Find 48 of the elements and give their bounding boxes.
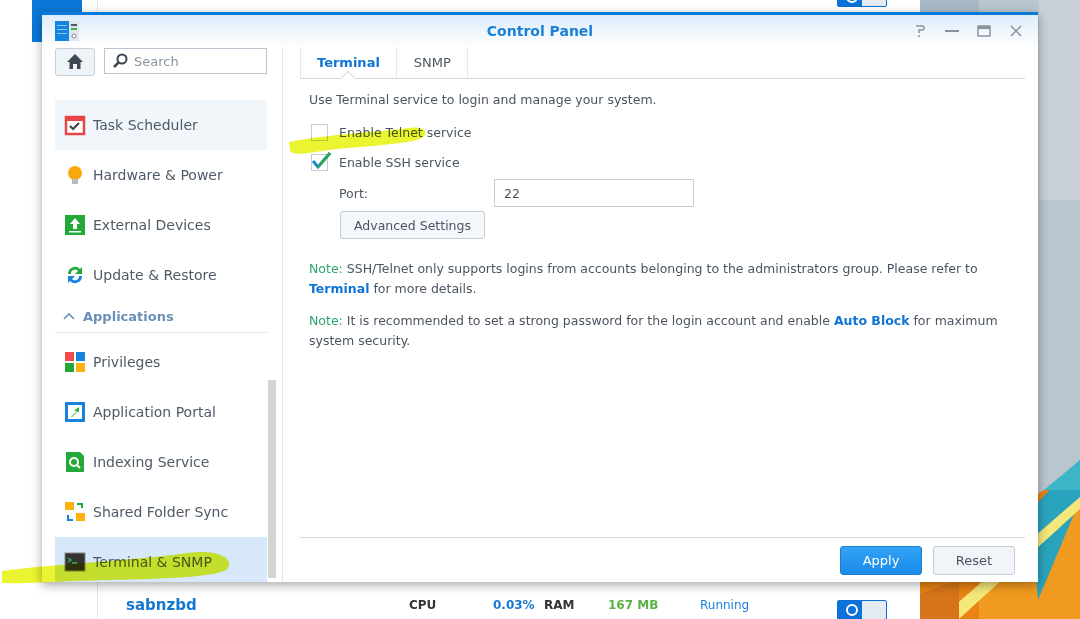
- folder-sync-icon: [64, 501, 86, 523]
- port-field[interactable]: 22: [494, 179, 694, 207]
- maximize-icon: [977, 25, 991, 37]
- checkmark-icon: [311, 149, 331, 170]
- app-name: sabnzbd: [126, 596, 197, 614]
- tab[interactable]: Terminal: [300, 47, 397, 78]
- squares-icon: [64, 351, 86, 373]
- upload-icon: [64, 214, 86, 236]
- checkbox[interactable]: [311, 153, 328, 171]
- note-text: Note: SSH/Telnet only supports logins from accounts belonging to the administrators group. Please refer to Terminal for more details.: [309, 260, 979, 298]
- calendar-icon: [64, 114, 86, 136]
- sidebar-item[interactable]: Shared Folder Sync: [55, 487, 267, 537]
- link[interactable]: Terminal: [309, 281, 370, 296]
- search-document-icon: [64, 451, 86, 473]
- cpu-label: CPU: [409, 598, 437, 612]
- link[interactable]: Auto Block: [833, 313, 910, 328]
- ram-label: RAM: [544, 598, 575, 612]
- sidebar-item[interactable]: Application Portal: [55, 387, 267, 437]
- window-title: Control Panel: [486, 23, 594, 39]
- sidebar-item[interactable]: Indexing Service: [55, 437, 267, 487]
- minimize-icon: [945, 30, 959, 32]
- toggle-switch[interactable]: [837, 600, 887, 619]
- tab[interactable]: SNMP: [396, 47, 468, 78]
- sidebar-item[interactable]: Update & Restore: [55, 250, 267, 300]
- sidebar-item[interactable]: External Devices: [55, 200, 267, 250]
- caret-icon: [63, 312, 75, 320]
- search-field[interactable]: Search: [104, 48, 267, 74]
- port-label: Port:: [339, 185, 369, 201]
- maximize-button[interactable]: [975, 22, 993, 40]
- search-icon: [112, 53, 128, 69]
- cpu-value: 0.03%: [493, 598, 535, 612]
- option-label: Enable SSH service: [339, 154, 460, 170]
- reset-button[interactable]: Reset: [933, 545, 1015, 575]
- scrollbar[interactable]: [268, 380, 276, 578]
- sidebar-item[interactable]: Privileges: [55, 337, 267, 387]
- close-icon: [1010, 25, 1022, 37]
- sidebar-item[interactable]: Task Scheduler: [55, 100, 267, 150]
- note-text: Note: It is recommended to set a strong password for the login account and enable Auto Block for maximum system security.: [309, 312, 999, 350]
- status-text: Running: [700, 598, 750, 612]
- home-icon: [66, 53, 84, 71]
- description-text: Use Terminal service to login and manage your system.: [309, 92, 658, 107]
- advanced-settings-button[interactable]: Advanced Settings: [340, 211, 485, 239]
- app-icon: [55, 21, 79, 41]
- header-label: Applications: [83, 308, 174, 324]
- home-button[interactable]: [55, 48, 95, 76]
- ram-value: 167 MB: [608, 598, 659, 612]
- help-icon: [914, 24, 926, 38]
- sidebar-item[interactable]: Hardware & Power: [55, 150, 267, 200]
